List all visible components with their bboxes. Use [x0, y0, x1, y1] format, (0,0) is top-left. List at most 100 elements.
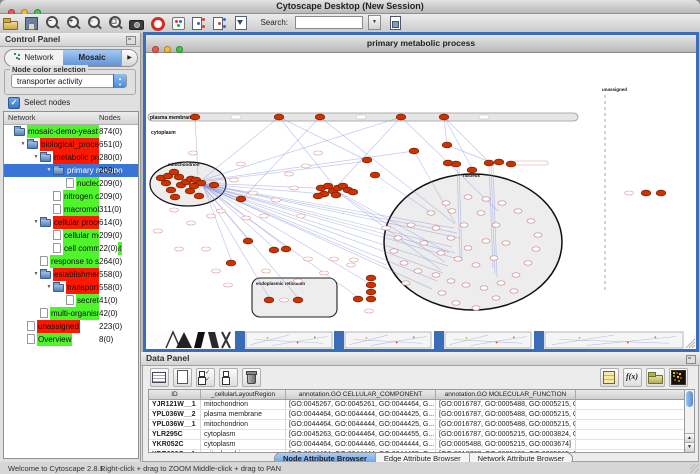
- window-titlebar[interactable]: Cytoscape Desktop (New Session): [0, 0, 700, 14]
- network-node[interactable]: [492, 296, 500, 300]
- table-row[interactable]: YJR121W__1mitochondrion[GO:0045267, GO:0…: [149, 400, 687, 410]
- network-node[interactable]: [527, 219, 535, 223]
- node-color-dropdown[interactable]: transporter activity ▲▼: [11, 74, 127, 88]
- network-node[interactable]: [366, 282, 376, 288]
- network-tree-header[interactable]: Network Nodes: [4, 112, 138, 125]
- tab-mosaic[interactable]: Mosaic: [63, 50, 121, 66]
- network-node[interactable]: [281, 246, 291, 252]
- matrix-icon[interactable]: [669, 368, 688, 387]
- table-scrollbar[interactable]: ▲ ▼: [684, 389, 695, 453]
- tree-row-establishment-of-lo[interactable]: ▼establishment of lo558(0): [4, 268, 138, 281]
- tree-row-mosaic-demo-yeast[interactable]: mosaic-demo-yeast874(0): [4, 125, 138, 138]
- network-node[interactable]: [460, 223, 468, 227]
- network-edge[interactable]: [204, 185, 372, 285]
- network-node[interactable]: [641, 190, 651, 196]
- network-node[interactable]: [492, 223, 500, 227]
- network-node[interactable]: [432, 273, 440, 277]
- network-node[interactable]: [394, 236, 402, 240]
- delete-icon[interactable]: [242, 368, 261, 387]
- tree-row-unassigned[interactable]: unassigned223(0): [4, 320, 138, 333]
- network-node[interactable]: [353, 296, 363, 302]
- network-node[interactable]: [414, 269, 422, 273]
- scrollbar-thumb[interactable]: [686, 391, 693, 407]
- tree-expand-icon[interactable]: ▼: [45, 164, 53, 177]
- network-node[interactable]: [209, 182, 219, 188]
- open-icon[interactable]: [2, 15, 19, 32]
- network-node[interactable]: [447, 236, 455, 240]
- network-edge[interactable]: [279, 117, 335, 187]
- network-node[interactable]: [432, 226, 440, 230]
- table-row[interactable]: YKR052Ccytoplasm[GO:0044464, GO:0044446,…: [149, 440, 687, 450]
- network-node[interactable]: [348, 189, 358, 195]
- select-all-icon[interactable]: [196, 368, 215, 387]
- open-folder-icon[interactable]: [646, 368, 665, 387]
- tree-row-cellular-process[interactable]: ▼cellular process614(0): [4, 216, 138, 229]
- network-node[interactable]: [236, 196, 246, 202]
- network-edge[interactable]: [203, 186, 386, 265]
- tree-row-nucleobase-[interactable]: nucleobase-209(0): [4, 177, 138, 190]
- tree-row-metabolic-process[interactable]: ▼metabolic process280(0): [4, 151, 138, 164]
- network-node[interactable]: [243, 238, 253, 244]
- network-node[interactable]: [490, 256, 498, 260]
- network-node[interactable]: [402, 281, 410, 285]
- filter-icon[interactable]: [233, 15, 250, 32]
- help-icon[interactable]: [149, 15, 166, 32]
- network-node[interactable]: [194, 193, 204, 199]
- table-row[interactable]: YPL036W__2plasma membrane[GO:0044464, GO…: [149, 410, 687, 420]
- vizmapper-icon[interactable]: [170, 15, 187, 32]
- network-edge[interactable]: [279, 117, 368, 161]
- float-panel-icon[interactable]: [126, 36, 136, 45]
- tree-row-primary-metabo[interactable]: ▼primary metabo209(...: [4, 164, 138, 177]
- network-edge[interactable]: [447, 145, 490, 162]
- network-node[interactable]: [464, 246, 472, 250]
- network-node[interactable]: [452, 301, 460, 305]
- unselect-all-icon[interactable]: [219, 368, 238, 387]
- network-node[interactable]: [264, 297, 274, 303]
- network-node[interactable]: [409, 148, 419, 154]
- network-node[interactable]: [370, 172, 380, 178]
- formula-icon[interactable]: f(x): [623, 368, 642, 387]
- network-node[interactable]: [315, 114, 325, 120]
- network-node[interactable]: [472, 263, 480, 267]
- network-node[interactable]: [226, 260, 236, 266]
- tree-row-macromolecule[interactable]: macromolecule311(0): [4, 203, 138, 216]
- tree-row-response-to-stimulu[interactable]: response to stimulu264(0): [4, 255, 138, 268]
- tree-row-multi-organism-pro[interactable]: multi-organism pro42(0): [4, 307, 138, 320]
- network-node[interactable]: [390, 249, 398, 253]
- network-node[interactable]: [506, 161, 516, 167]
- attribute-table[interactable]: ID_cellularLayoutRegionannotation.GO CEL…: [148, 389, 688, 453]
- network-node[interactable]: [472, 306, 480, 310]
- tree-expand-icon[interactable]: ▼: [19, 138, 27, 151]
- network-node[interactable]: [366, 296, 376, 302]
- search-input[interactable]: [295, 16, 363, 29]
- tree-row-nitrogen-compo[interactable]: nitrogen compo209(0): [4, 190, 138, 203]
- network-node[interactable]: [443, 160, 453, 166]
- network-node[interactable]: [656, 190, 666, 196]
- network-node[interactable]: [396, 114, 406, 120]
- table-row[interactable]: YPL036W__1mitochondrion[GO:0044464, GO:0…: [149, 420, 687, 430]
- network-node[interactable]: [313, 193, 323, 199]
- network-node[interactable]: [510, 289, 518, 293]
- tree-expand-icon[interactable]: ▼: [32, 268, 40, 281]
- snapshot-icon[interactable]: [128, 15, 145, 32]
- network-window-titlebar[interactable]: primary metabolic process: [146, 35, 696, 53]
- network-node[interactable]: [524, 261, 532, 265]
- network-node[interactable]: [448, 209, 456, 213]
- network-node[interactable]: [438, 291, 446, 295]
- table-header-row[interactable]: ID_cellularLayoutRegionannotation.GO CEL…: [149, 390, 687, 400]
- network-node[interactable]: [497, 281, 505, 285]
- network-node[interactable]: [161, 180, 171, 186]
- network-node[interactable]: [532, 247, 540, 251]
- network-node[interactable]: [274, 114, 284, 120]
- network-node[interactable]: [442, 142, 452, 148]
- notepad-icon[interactable]: [600, 368, 619, 387]
- network-node[interactable]: [190, 114, 200, 120]
- tree-row-cellular-metabol[interactable]: cellular metabol209(0): [4, 229, 138, 242]
- network-node[interactable]: [482, 197, 490, 201]
- tree-expand-icon[interactable]: ▼: [45, 281, 53, 294]
- network-node[interactable]: [464, 195, 472, 199]
- tree-row-transport[interactable]: ▼transport558(0): [4, 281, 138, 294]
- column-header[interactable]: [576, 390, 687, 399]
- zoom-in-icon[interactable]: +: [65, 15, 82, 32]
- network-node[interactable]: [269, 247, 279, 253]
